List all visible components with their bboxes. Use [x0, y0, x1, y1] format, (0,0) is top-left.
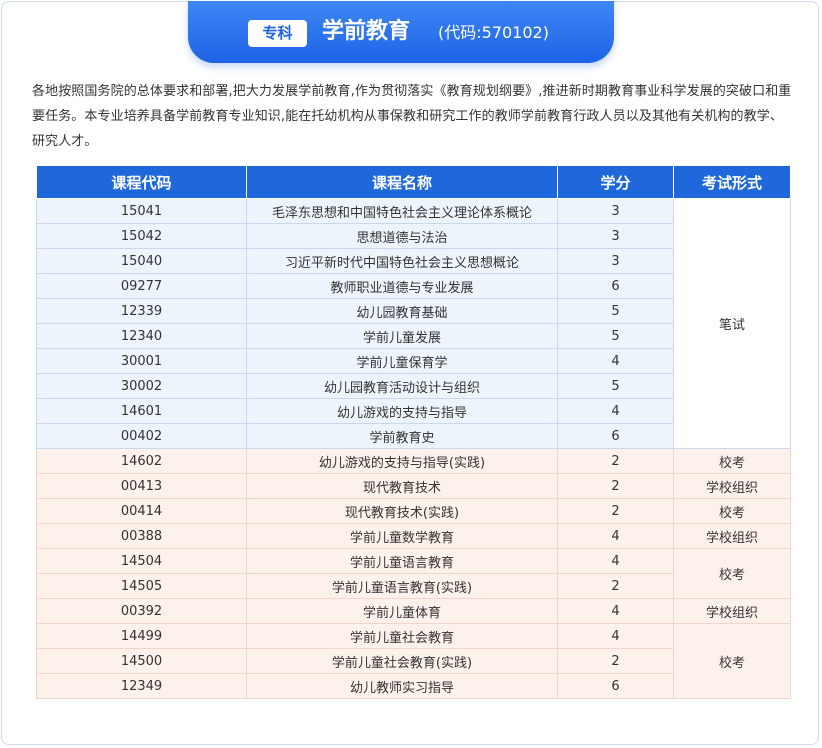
course-credit: 2	[557, 448, 674, 474]
exam-form: 学校组织	[673, 523, 791, 549]
course-credit: 4	[557, 623, 674, 649]
course-code: 12340	[36, 323, 247, 349]
course-name: 现代教育技术(实践)	[246, 498, 558, 524]
course-code: 00402	[36, 423, 247, 449]
course-name: 学前儿童数学教育	[246, 523, 558, 549]
course-name: 现代教育技术	[246, 473, 558, 499]
course-code: 30002	[36, 373, 247, 399]
exam-form: 校考	[673, 548, 791, 599]
course-name: 学前儿童体育	[246, 598, 558, 624]
col-header-credit: 学分	[557, 165, 674, 199]
course-code: 14504	[36, 548, 247, 574]
exam-form: 学校组织	[673, 598, 791, 624]
course-code: 00392	[36, 598, 247, 624]
course-code: 12349	[36, 673, 247, 699]
col-header-name: 课程名称	[246, 165, 558, 199]
course-name: 毛泽东思想和中国特色社会主义理论体系概论	[246, 198, 558, 224]
table-body: 15041 毛泽东思想和中国特色社会主义理论体系概论 3 笔试 15042 思想道德与法治…	[36, 198, 791, 699]
course-code: 12339	[36, 298, 247, 324]
table-row: 00392 学前儿童体育 4 学校组织	[36, 598, 791, 624]
course-credit: 4	[557, 548, 674, 574]
col-header-code: 课程代码	[36, 165, 247, 199]
table-row: 00388 学前儿童数学教育 4 学校组织	[36, 523, 791, 549]
table-row: 15041 毛泽东思想和中国特色社会主义理论体系概论 3 笔试	[36, 198, 791, 449]
table-row: 14602 幼儿游戏的支持与指导(实践) 2 校考	[36, 448, 791, 474]
course-credit: 4	[557, 598, 674, 624]
course-code: 15042	[36, 223, 247, 249]
table-row: 14504 学前儿童语言教育 4 校考	[36, 548, 791, 599]
course-code: 30001	[36, 348, 247, 374]
course-credit: 3	[557, 223, 674, 249]
course-credit: 2	[557, 573, 674, 599]
course-credit: 2	[557, 648, 674, 674]
exam-form: 校考	[673, 448, 791, 474]
exam-form: 学校组织	[673, 473, 791, 499]
course-table: 课程代码 课程名称 学分 考试形式 15041 毛泽东思想和中国特色社会主义理论体…	[36, 165, 791, 699]
course-name: 幼儿教师实习指导	[246, 673, 558, 699]
table-row: 00413 现代教育技术 2 学校组织	[36, 473, 791, 499]
course-code: 00413	[36, 473, 247, 499]
course-name: 教师职业道德与专业发展	[246, 273, 558, 299]
col-header-exam: 考试形式	[673, 165, 791, 199]
course-name: 学前儿童发展	[246, 323, 558, 349]
course-credit: 6	[557, 673, 674, 699]
course-credit: 5	[557, 298, 674, 324]
course-credit: 5	[557, 323, 674, 349]
course-code: 14500	[36, 648, 247, 674]
course-credit: 4	[557, 348, 674, 374]
course-code: 00388	[36, 523, 247, 549]
course-code: 14602	[36, 448, 247, 474]
course-name: 幼儿园教育基础	[246, 298, 558, 324]
level-badge: 专科	[248, 20, 307, 47]
exam-form: 校考	[673, 498, 791, 524]
exam-form: 校考	[673, 623, 791, 699]
table-row: 00414 现代教育技术(实践) 2 校考	[36, 498, 791, 524]
header-tab: 专科 学前教育 (代码:570102)	[188, 1, 614, 63]
intro-paragraph: 各地按照国务院的总体要求和部署,把大力发展学前教育,作为贯彻落实《教育规划纲要》…	[32, 84, 792, 149]
course-name: 学前儿童语言教育(实践)	[246, 573, 558, 599]
major-code: (代码:570102)	[438, 23, 549, 42]
course-name: 思想道德与法治	[246, 223, 558, 249]
course-credit: 4	[557, 523, 674, 549]
course-code: 14601	[36, 398, 247, 424]
exam-form: 笔试	[673, 198, 791, 449]
course-code: 15040	[36, 248, 247, 274]
course-code: 09277	[36, 273, 247, 299]
course-name: 学前儿童社会教育	[246, 623, 558, 649]
course-name: 学前教育史	[246, 423, 558, 449]
course-name: 习近平新时代中国特色社会主义思想概论	[246, 248, 558, 274]
course-credit: 4	[557, 398, 674, 424]
course-credit: 5	[557, 373, 674, 399]
table-row: 14499 学前儿童社会教育 4 校考	[36, 623, 791, 699]
major-title: 学前教育	[322, 19, 411, 44]
course-name: 学前儿童社会教育(实践)	[246, 648, 558, 674]
course-credit: 3	[557, 248, 674, 274]
course-credit: 3	[557, 198, 674, 224]
course-code: 14499	[36, 623, 247, 649]
course-credit: 6	[557, 423, 674, 449]
course-name: 学前儿童保育学	[246, 348, 558, 374]
course-code: 15041	[36, 198, 247, 224]
course-name: 学前儿童语言教育	[246, 548, 558, 574]
course-name: 幼儿园教育活动设计与组织	[246, 373, 558, 399]
course-name: 幼儿游戏的支持与指导(实践)	[246, 448, 558, 474]
table-header-row: 课程代码 课程名称 学分 考试形式	[36, 165, 791, 199]
course-credit: 6	[557, 273, 674, 299]
course-code: 00414	[36, 498, 247, 524]
course-name: 幼儿游戏的支持与指导	[246, 398, 558, 424]
course-credit: 2	[557, 498, 674, 524]
course-credit: 2	[557, 473, 674, 499]
course-code: 14505	[36, 573, 247, 599]
